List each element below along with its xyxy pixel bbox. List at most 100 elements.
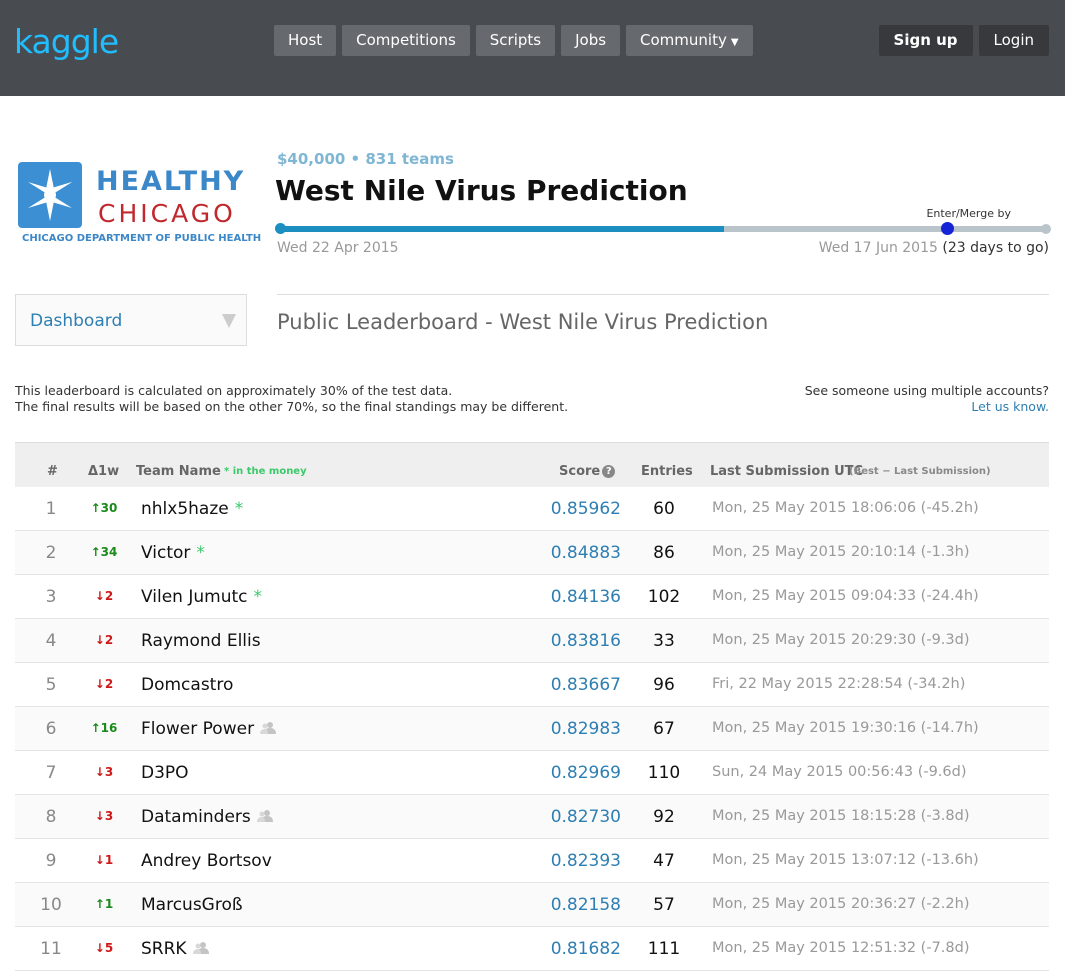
entries-cell: 33: [653, 631, 675, 651]
nav-scripts[interactable]: Scripts: [475, 25, 556, 56]
delta-cell: ↑30: [90, 501, 118, 515]
table-body: 1 ↑30 nhlx5haze * 0.85962 60 Mon, 25 May 2015 …: [15, 487, 1049, 971]
last-submission-cell: Sun, 24 May 2015 00:56:43 (-9.6d): [712, 764, 967, 780]
team-name-cell[interactable]: Flower Power: [141, 719, 277, 739]
team-name[interactable]: Flower Power: [141, 719, 254, 739]
kaggle-logo[interactable]: kaggle: [14, 22, 119, 61]
score-cell[interactable]: 0.82983: [545, 719, 621, 739]
entries-cell: 86: [653, 543, 675, 563]
leaderboard-table: # Δ1w Team Name * in the money Score? En…: [15, 442, 1049, 971]
col-delta: Δ1w: [88, 464, 120, 479]
rank-cell: 2: [45, 543, 57, 563]
in-the-money-star-icon: *: [253, 587, 262, 607]
col-last-submission-note: (Best − Last Submission): [849, 466, 991, 477]
team-members-icon[interactable]: [260, 722, 277, 737]
score-cell[interactable]: 0.82393: [545, 851, 621, 871]
table-row[interactable]: 2 ↑34 Victor * 0.84883 86 Mon, 25 May 2015 20:…: [15, 531, 1049, 575]
table-row[interactable]: 11 ↓5 SRRK 0.81682 111 Mon, 25 May 2015 12:51…: [15, 927, 1049, 971]
entries-cell: 60: [653, 499, 675, 519]
score-cell[interactable]: 0.82158: [545, 895, 621, 915]
delta-cell: ↓3: [94, 809, 114, 823]
table-row[interactable]: 8 ↓3 Dataminders 0.82730 92 Mon, 25 May 2015 …: [15, 795, 1049, 839]
team-name-cell[interactable]: Dataminders: [141, 807, 273, 827]
score-cell[interactable]: 0.81682: [545, 939, 621, 959]
entries-cell: 92: [653, 807, 675, 827]
last-submission-cell: Fri, 22 May 2015 22:28:54 (-34.2h): [712, 676, 966, 692]
team-name-cell[interactable]: Andrey Bortsov: [141, 851, 272, 871]
team-name[interactable]: Vilen Jumutc: [141, 587, 247, 607]
entries-cell: 47: [653, 851, 675, 871]
team-name-cell[interactable]: nhlx5haze *: [141, 499, 243, 519]
team-name[interactable]: Domcastro: [141, 675, 233, 695]
delta-cell: ↓2: [94, 677, 114, 691]
entries-cell: 57: [653, 895, 675, 915]
col-score-wrap: Score?: [559, 464, 616, 479]
last-submission-cell: Mon, 25 May 2015 12:51:32 (-7.8d): [712, 940, 970, 956]
score-cell[interactable]: 0.82969: [545, 763, 621, 783]
table-row[interactable]: 10 ↑1 MarcusGroß 0.82158 57 Mon, 25 May 2015 …: [15, 883, 1049, 927]
entries-cell: 96: [653, 675, 675, 695]
star-icon: [18, 162, 82, 228]
nav-host[interactable]: Host: [274, 25, 337, 56]
sponsor-logo[interactable]: HEALTHY CHICAGO CHICAGO DEPARTMENT OF PU…: [18, 162, 261, 246]
score-cell[interactable]: 0.84883: [545, 543, 621, 563]
signup-button[interactable]: Sign up: [878, 25, 973, 56]
table-row[interactable]: 9 ↓1 Andrey Bortsov 0.82393 47 Mon, 25 May 20…: [15, 839, 1049, 883]
table-row[interactable]: 7 ↓3 D3PO 0.82969 110 Sun, 24 May 2015 00:56:…: [15, 751, 1049, 795]
score-cell[interactable]: 0.83816: [545, 631, 621, 651]
in-the-money-star-icon: *: [196, 543, 205, 563]
nav-competitions[interactable]: Competitions: [342, 25, 470, 56]
entries-cell: 111: [647, 939, 681, 959]
timeline-progress: [279, 226, 725, 232]
divider: [277, 294, 1049, 295]
team-name-cell[interactable]: Victor *: [141, 543, 205, 563]
rank-cell: 7: [45, 763, 57, 783]
entries-cell: 102: [647, 587, 681, 607]
score-cell[interactable]: 0.84136: [545, 587, 621, 607]
team-name-cell[interactable]: Raymond Ellis: [141, 631, 261, 651]
nav-jobs[interactable]: Jobs: [561, 25, 621, 56]
team-name-cell[interactable]: Domcastro: [141, 675, 233, 695]
team-members-icon[interactable]: [256, 810, 273, 825]
team-name[interactable]: SRRK: [141, 939, 187, 959]
rank-cell: 8: [45, 807, 57, 827]
score-cell[interactable]: 0.82730: [545, 807, 621, 827]
end-date: Wed 17 Jun 2015: [818, 240, 938, 256]
team-name-cell[interactable]: SRRK: [141, 939, 209, 959]
team-members-icon[interactable]: [192, 942, 209, 957]
score-cell[interactable]: 0.85962: [545, 499, 621, 519]
table-row[interactable]: 3 ↓2 Vilen Jumutc * 0.84136 102 Mon, 25 May 20…: [15, 575, 1049, 619]
help-icon[interactable]: ?: [602, 465, 616, 478]
team-name[interactable]: Victor: [141, 543, 190, 563]
sponsor-healthy-text: HEALTHY: [96, 166, 246, 197]
dashboard-label: Dashboard: [30, 311, 123, 331]
table-header: # Δ1w Team Name * in the money Score? En…: [15, 442, 1049, 487]
table-row[interactable]: 6 ↑16 Flower Power 0.82983 67 Mon, 25 May 201…: [15, 707, 1049, 751]
score-cell[interactable]: 0.83667: [545, 675, 621, 695]
days-to-go: (23 days to go): [942, 240, 1049, 256]
team-name-cell[interactable]: D3PO: [141, 763, 189, 783]
col-last-submission: Last Submission UTC: [710, 464, 864, 479]
dashboard-dropdown[interactable]: Dashboard: [15, 294, 247, 346]
team-name[interactable]: Raymond Ellis: [141, 631, 261, 651]
let-us-know-link[interactable]: Let us know.: [805, 399, 1049, 415]
team-name[interactable]: MarcusGroß: [141, 895, 243, 915]
nav-community-label: Community: [640, 31, 727, 49]
team-name-cell[interactable]: Vilen Jumutc *: [141, 587, 262, 607]
team-name[interactable]: D3PO: [141, 763, 189, 783]
login-button[interactable]: Login: [978, 25, 1049, 56]
main-nav: Host Competitions Scripts Jobs Community…: [274, 25, 753, 56]
team-name-cell[interactable]: MarcusGroß: [141, 895, 243, 915]
team-name[interactable]: Andrey Bortsov: [141, 851, 272, 871]
team-name[interactable]: nhlx5haze: [141, 499, 229, 519]
col-in-the-money: * in the money: [224, 466, 307, 477]
table-row[interactable]: 5 ↓2 Domcastro 0.83667 96 Fri, 22 May 2015 22…: [15, 663, 1049, 707]
last-submission-cell: Mon, 25 May 2015 18:06:06 (-45.2h): [712, 500, 979, 516]
delta-cell: ↓3: [94, 765, 114, 779]
team-name[interactable]: Dataminders: [141, 807, 251, 827]
sponsor-department-text: CHICAGO DEPARTMENT OF PUBLIC HEALTH: [22, 233, 262, 244]
table-row[interactable]: 4 ↓2 Raymond Ellis 0.83816 33 Mon, 25 May 201…: [15, 619, 1049, 663]
nav-community[interactable]: Community ▼: [626, 25, 753, 56]
table-row[interactable]: 1 ↑30 nhlx5haze * 0.85962 60 Mon, 25 May 2015 …: [15, 487, 1049, 531]
competition-title[interactable]: West Nile Virus Prediction: [275, 174, 688, 207]
